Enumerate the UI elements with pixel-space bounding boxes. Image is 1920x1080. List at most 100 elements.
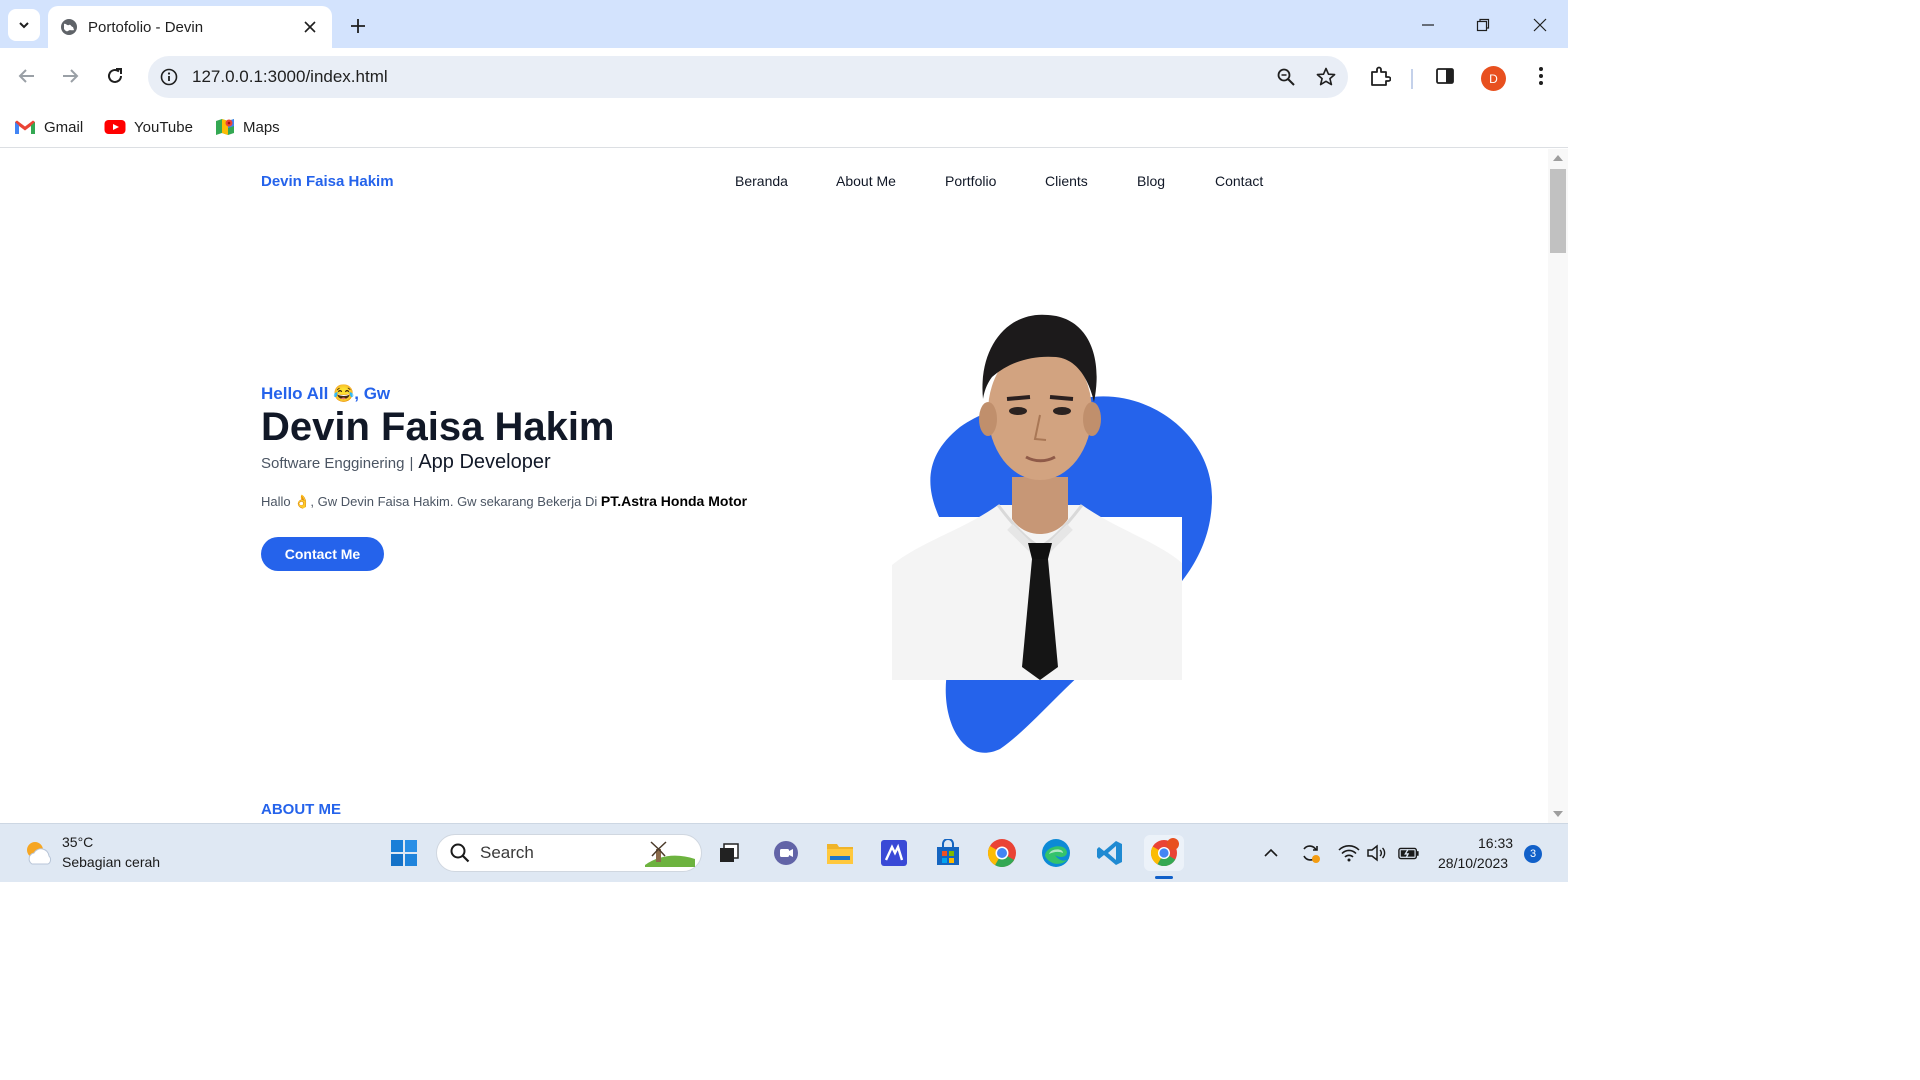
nav-link-contact[interactable]: Contact xyxy=(1215,173,1263,189)
close-tab-icon[interactable] xyxy=(300,17,320,37)
nav-link-beranda[interactable]: Beranda xyxy=(735,173,788,189)
windmill-search-highlight-icon xyxy=(645,841,695,867)
intro-text: Hallo 👌, Gw Devin Faisa Hakim. Gw sekara… xyxy=(261,494,598,509)
edge-button[interactable] xyxy=(1038,835,1074,871)
globe-icon xyxy=(61,19,77,35)
folder-icon xyxy=(827,844,853,864)
battery-charging-icon xyxy=(1398,847,1419,860)
restore-icon xyxy=(1476,18,1490,32)
plus-icon xyxy=(351,19,365,33)
address-bar[interactable]: 127.0.0.1:3000/index.html xyxy=(148,56,1348,98)
hero-intro: Hallo 👌, Gw Devin Faisa Hakim. Gw sekara… xyxy=(261,493,747,510)
side-panel-icon[interactable] xyxy=(1430,61,1460,91)
vscode-button[interactable] xyxy=(1092,835,1128,871)
nav-link-blog[interactable]: Blog xyxy=(1137,173,1165,189)
sync-icon xyxy=(1303,845,1320,863)
search-label: Search xyxy=(480,843,534,862)
active-app-indicator xyxy=(1155,876,1173,879)
chevron-up-icon xyxy=(1264,848,1278,857)
show-hidden-icons[interactable] xyxy=(1260,842,1282,864)
wifi-icon xyxy=(1338,845,1360,862)
site-brand[interactable]: Devin Faisa Hakim xyxy=(261,173,394,190)
file-explorer-button[interactable] xyxy=(822,835,858,871)
maps-icon xyxy=(216,119,234,135)
scrollbar-thumb[interactable] xyxy=(1550,169,1566,253)
chrome-profile-taskbar-button[interactable] xyxy=(1144,835,1184,871)
tab-strip: Portofolio - Devin xyxy=(0,0,1568,48)
chrome-taskbar-button[interactable] xyxy=(984,835,1020,871)
bookmark-youtube[interactable]: YouTube xyxy=(104,113,193,141)
chrome-icon xyxy=(988,839,1016,867)
zoom-icon[interactable] xyxy=(1268,59,1304,95)
tab-search-button[interactable] xyxy=(8,9,40,41)
clock-date[interactable]: 28/10/2023 xyxy=(1438,855,1508,871)
url-text[interactable]: 127.0.0.1:3000/index.html xyxy=(192,67,1268,87)
weather-temperature[interactable]: 35°C xyxy=(62,834,93,850)
page-viewport: Devin Faisa Hakim Beranda About Me Portf… xyxy=(0,149,1548,823)
restore-button[interactable] xyxy=(1468,10,1498,40)
role-primary: Software Engginering xyxy=(261,455,405,472)
profile-avatar[interactable]: D xyxy=(1481,66,1506,91)
extensions-icon[interactable] xyxy=(1365,61,1395,91)
nav-link-about-me[interactable]: About Me xyxy=(836,173,896,189)
search-icon xyxy=(450,843,470,863)
hero-name: Devin Faisa Hakim xyxy=(261,405,615,449)
intro-company: PT.Astra Honda Motor xyxy=(600,493,748,509)
arrow-left-icon xyxy=(18,69,34,83)
vscode-icon xyxy=(1097,841,1122,865)
bookmark-label: Maps xyxy=(243,118,280,136)
hero-role: Software Engginering | App Developer xyxy=(261,451,551,474)
task-view-button[interactable] xyxy=(712,835,748,871)
chrome-icon xyxy=(1150,838,1179,867)
speaker-icon xyxy=(1367,844,1386,862)
app-launcher-button[interactable] xyxy=(876,835,912,871)
nav-link-clients[interactable]: Clients xyxy=(1045,173,1088,189)
teams-chat-button[interactable] xyxy=(768,835,804,871)
minimize-button[interactable] xyxy=(1413,10,1443,40)
scroll-down-arrow[interactable] xyxy=(1553,811,1563,817)
minimize-icon xyxy=(1422,24,1434,26)
clock-time[interactable]: 16:33 xyxy=(1478,835,1513,851)
about-me-heading: ABOUT ME xyxy=(261,801,341,818)
weather-description[interactable]: Sebagian cerah xyxy=(62,854,160,870)
blue-app-icon xyxy=(881,840,907,866)
weather-partly-sunny-icon[interactable] xyxy=(22,837,54,869)
task-view-icon xyxy=(720,843,739,862)
taskbar-search[interactable]: Search xyxy=(436,834,702,872)
notification-badge[interactable]: 3 xyxy=(1524,845,1542,863)
menu-kebab-icon[interactable] xyxy=(1526,61,1556,91)
microsoft-store-button[interactable] xyxy=(930,835,966,871)
tab-title: Portofolio - Devin xyxy=(88,18,204,36)
volume-control[interactable] xyxy=(1366,842,1388,864)
hero-greeting: Hello All 😂, Gw xyxy=(261,384,391,403)
bookmarks-bar: Gmail YouTube Maps xyxy=(0,106,1568,148)
back-button[interactable] xyxy=(11,60,43,92)
role-secondary: App Developer xyxy=(418,451,551,473)
bookmark-gmail[interactable]: Gmail xyxy=(14,113,83,141)
gmail-icon xyxy=(15,120,35,134)
sync-status[interactable] xyxy=(1299,842,1321,864)
active-tab[interactable]: Portofolio - Devin xyxy=(48,6,332,48)
nav-link-portfolio[interactable]: Portfolio xyxy=(945,173,996,189)
contact-me-button[interactable]: Contact Me xyxy=(261,537,384,571)
page-scrollbar[interactable] xyxy=(1548,149,1568,823)
chat-icon xyxy=(774,841,798,865)
role-separator: | xyxy=(409,455,414,472)
bookmark-star-icon[interactable] xyxy=(1308,59,1344,95)
close-window-button[interactable] xyxy=(1525,10,1555,40)
bookmark-label: Gmail xyxy=(44,118,84,136)
bookmark-maps[interactable]: Maps xyxy=(215,113,280,141)
start-button[interactable] xyxy=(386,835,422,871)
network-status[interactable] xyxy=(1338,842,1360,864)
hero-portrait xyxy=(892,314,1212,753)
new-tab-button[interactable] xyxy=(344,12,372,40)
toolbar-divider xyxy=(1411,69,1413,89)
os-taskbar: 35°C Sebagian cerah Search 16:33 28/10/2… xyxy=(0,823,1568,882)
reload-button[interactable] xyxy=(99,60,131,92)
scroll-up-arrow[interactable] xyxy=(1553,155,1563,161)
bookmark-label: YouTube xyxy=(134,118,193,136)
battery-status[interactable] xyxy=(1398,842,1420,864)
site-info-icon[interactable] xyxy=(154,62,184,92)
store-icon xyxy=(937,839,959,865)
forward-button[interactable] xyxy=(54,60,86,92)
